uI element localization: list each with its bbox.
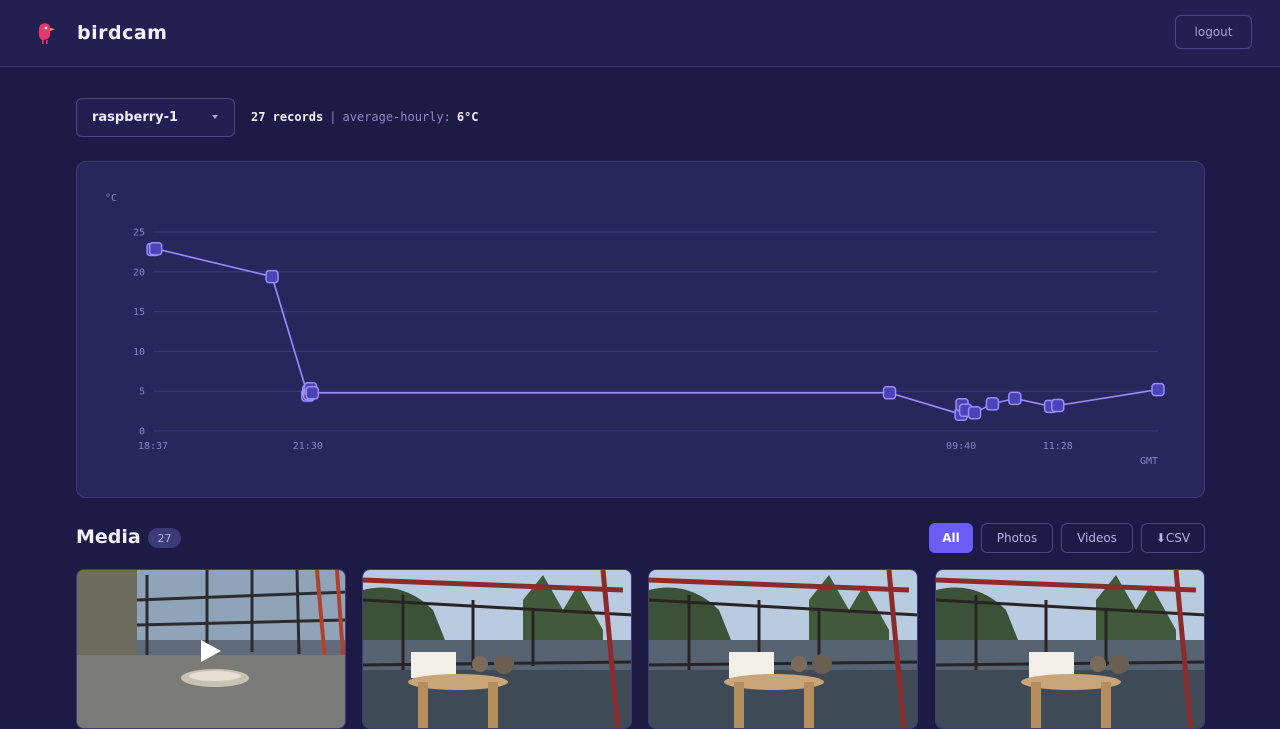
records-count: 27 records	[251, 110, 324, 124]
x-tick-label: 21:30	[293, 441, 323, 452]
data-point[interactable]	[148, 241, 163, 256]
data-point[interactable]	[1008, 391, 1022, 406]
top-bar: birdcam logout	[0, 0, 1280, 67]
media-thumbnail-photo[interactable]	[362, 569, 632, 729]
data-point[interactable]	[882, 386, 897, 400]
media-count-badge: 27	[148, 528, 181, 548]
temperature-chart: °C 0 5 10 15 20 25 18:37 21:30 09:40 11:28 GMT	[105, 193, 1165, 467]
filter-videos-button[interactable]: Videos	[1061, 523, 1133, 553]
video-thumbnail-image	[77, 570, 345, 728]
logout-button[interactable]: logout	[1175, 15, 1252, 49]
y-tick-label: 20	[133, 267, 145, 278]
device-select-value: raspberry-1	[92, 110, 179, 125]
filter-all-button[interactable]: All	[929, 523, 973, 553]
summary-separator: |	[329, 110, 337, 124]
records-summary: 27 records | average-hourly: 6°C	[251, 110, 479, 124]
media-thumbnail-photo[interactable]	[648, 569, 918, 729]
device-select[interactable]: raspberry-1	[76, 98, 235, 137]
data-point[interactable]	[305, 386, 320, 400]
data-point[interactable]	[967, 405, 982, 420]
media-thumbnail-photo[interactable]	[935, 569, 1205, 729]
photo-thumbnail-image	[649, 570, 917, 728]
y-tick-label: 25	[133, 228, 145, 239]
y-axis-unit-label: °C	[105, 193, 117, 204]
y-tick-label: 15	[133, 307, 145, 318]
y-tick-label: 10	[133, 347, 145, 358]
x-tick-label: 09:40	[946, 441, 976, 452]
data-point[interactable]	[985, 397, 1000, 411]
average-label: average-hourly:	[342, 110, 451, 124]
data-point[interactable]	[1051, 398, 1065, 413]
download-csv-button[interactable]: ⬇CSV	[1141, 523, 1205, 553]
x-tick-label: 11:28	[1043, 441, 1073, 452]
timezone-label: GMT	[1140, 456, 1158, 467]
media-section-title: Media	[76, 526, 141, 548]
filter-photos-button[interactable]: Photos	[981, 523, 1053, 553]
average-value: 6°C	[456, 110, 479, 124]
y-tick-label: 5	[139, 387, 145, 398]
chevron-down-icon	[212, 115, 218, 119]
media-thumbnail-video[interactable]	[76, 569, 346, 729]
bird-logo-icon	[39, 23, 55, 44]
data-point[interactable]	[1151, 382, 1165, 397]
photo-thumbnail-image	[936, 570, 1204, 728]
app-name: birdcam	[77, 22, 168, 44]
brand[interactable]: birdcam	[36, 20, 167, 46]
temperature-chart-card: °C 0 5 10 15 20 25 18:37 21:30 09:40 11:28 GMT	[76, 161, 1205, 498]
y-tick-label: 0	[139, 427, 145, 438]
x-tick-label: 18:37	[138, 441, 168, 452]
photo-thumbnail-image	[363, 570, 631, 728]
data-point[interactable]	[265, 269, 279, 284]
